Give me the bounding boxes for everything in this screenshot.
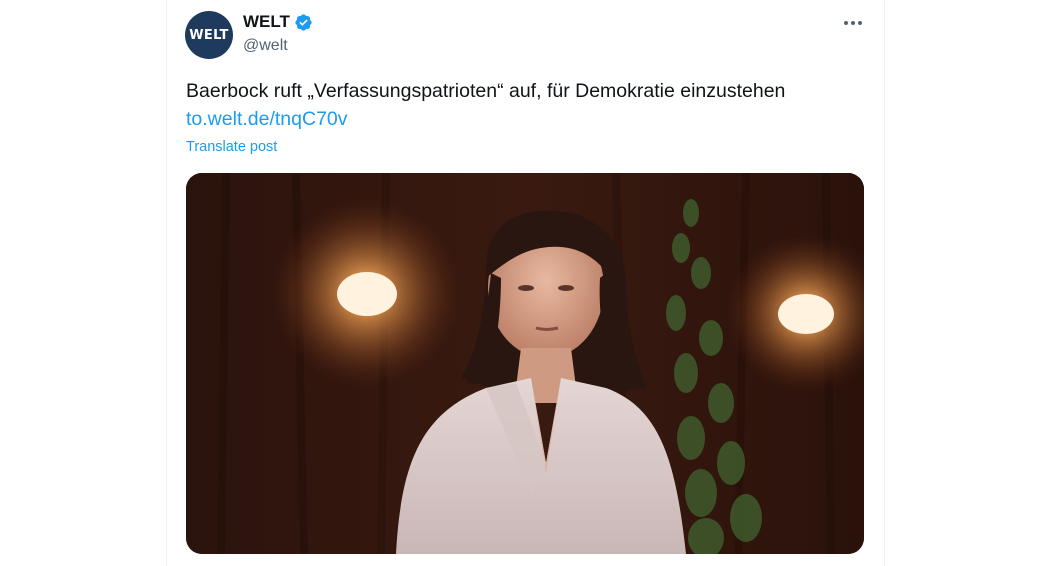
post-text: Baerbock ruft „Verfassungspatrioten“ auf… [186,80,786,102]
translate-post-link[interactable]: Translate post [186,139,277,155]
more-options-button[interactable] [837,12,869,34]
post-photo[interactable] [186,173,864,554]
more-dot [858,21,862,25]
more-dots-icon [844,21,848,25]
author-handle[interactable]: @welt [243,37,288,55]
photo-image [186,173,864,554]
column-border-right [884,0,885,566]
author-display-name[interactable]: WELT [243,12,290,32]
author-name-row[interactable]: WELT [243,12,313,32]
post-link[interactable]: to.welt.de/tnqC70v [186,106,348,133]
post-card[interactable]: WELT WELT @welt Baerbock ruft „Verfassun… [167,0,884,566]
more-dot [851,21,855,25]
avatar[interactable]: WELT [185,11,233,59]
verified-badge-icon [294,13,313,32]
avatar-logo-text: WELT [189,27,229,43]
